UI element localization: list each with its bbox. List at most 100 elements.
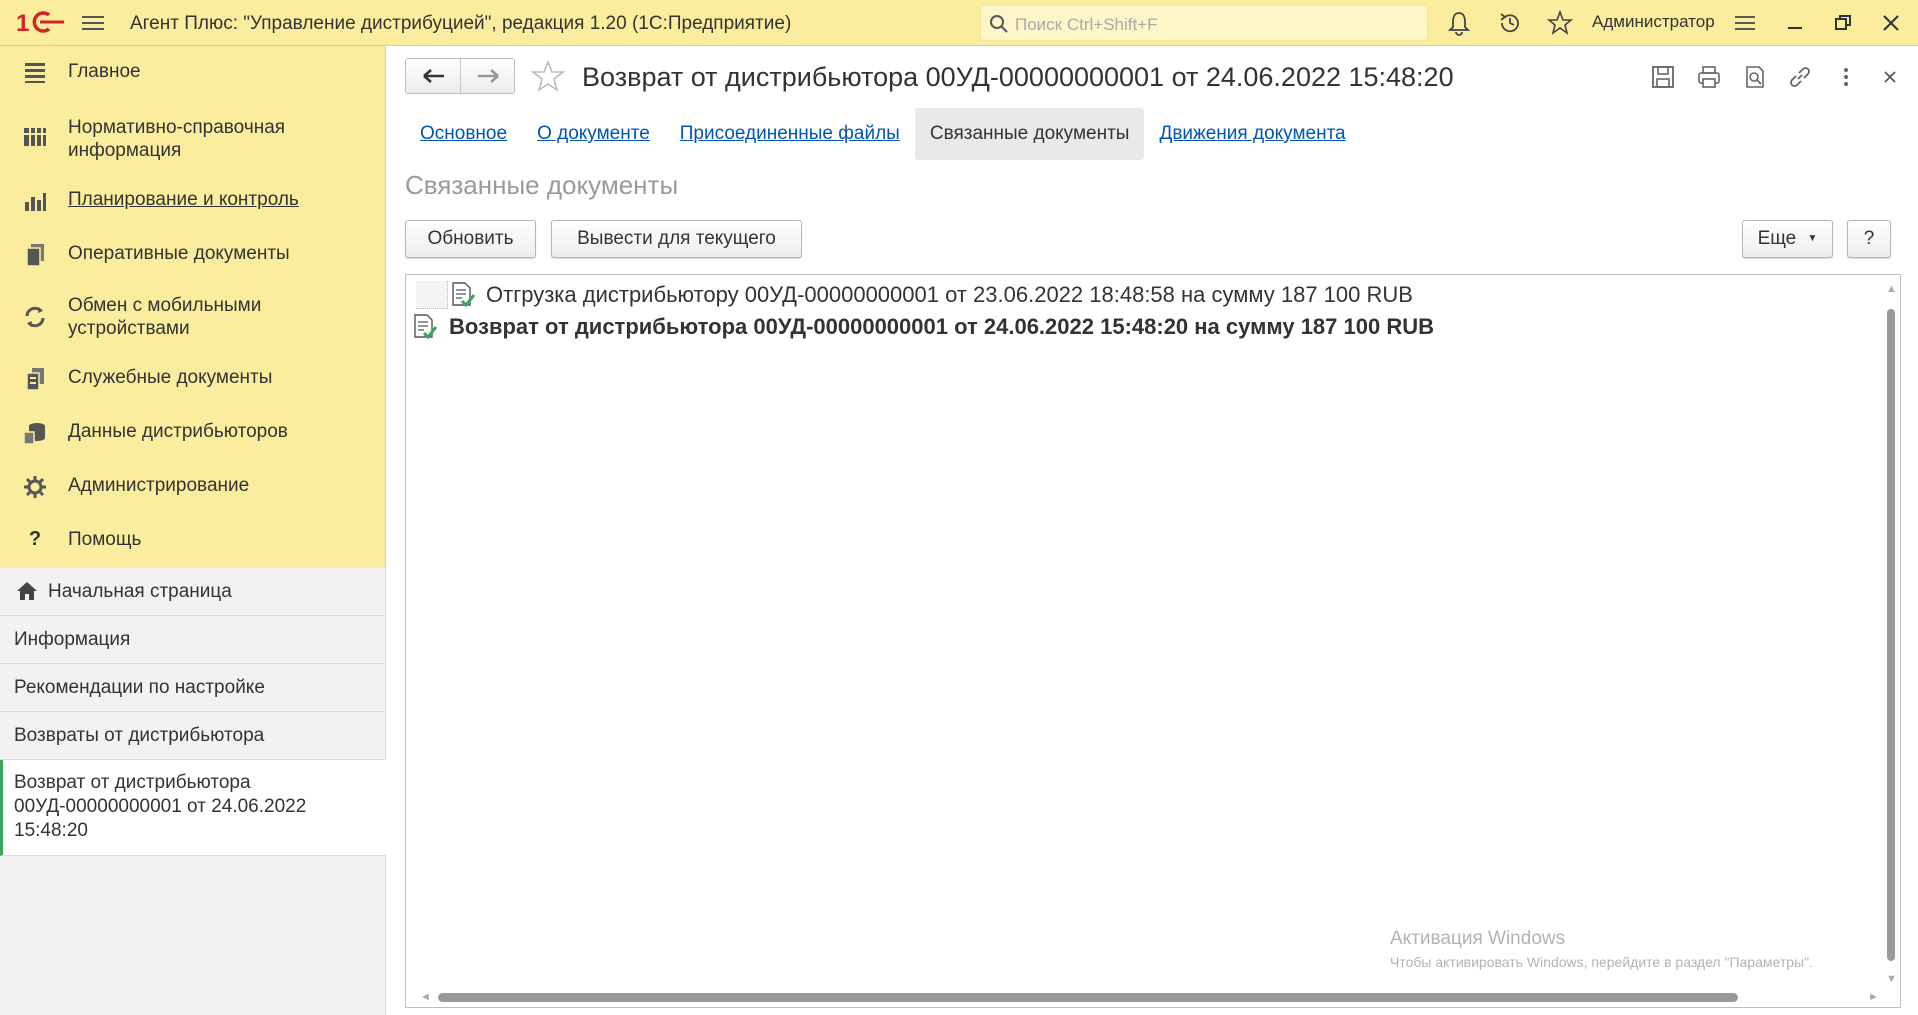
main-menu-icon[interactable] — [82, 12, 104, 34]
favorites-star-icon[interactable] — [1547, 10, 1573, 36]
more-button[interactable]: Еще ▼ — [1742, 220, 1833, 258]
svg-text:1: 1 — [16, 10, 29, 37]
open-window-current-doc[interactable]: Возврат от дистрибьютора 00УД-0000000000… — [0, 760, 386, 856]
scroll-right-icon[interactable]: ► — [1868, 991, 1879, 1003]
current-document-link[interactable]: Возврат от дистрибьютора 00УД-0000000000… — [449, 314, 1434, 340]
bell-icon[interactable] — [1446, 10, 1472, 36]
top-bar: 1 Агент Плюс: "Управление дистрибуцией",… — [0, 0, 1918, 46]
tree-row[interactable]: Возврат от дистрибьютора 00УД-0000000000… — [406, 309, 1866, 343]
sidebar-item-label: Планирование и контроль — [68, 189, 299, 210]
search-placeholder: Поиск Ctrl+Shift+F — [1015, 15, 1158, 34]
arrow-right-icon — [477, 69, 499, 83]
scroll-up-icon[interactable]: ▲ — [1886, 283, 1897, 295]
scrollbar-thumb[interactable] — [438, 993, 1738, 1002]
print-icon[interactable] — [1696, 64, 1722, 90]
favorite-star-icon[interactable] — [530, 59, 566, 95]
service-docs-icon — [26, 368, 44, 391]
tree-connector — [416, 281, 448, 309]
tab-about-document[interactable]: О документе — [522, 108, 665, 160]
sidebar-item-label: Главное — [68, 61, 141, 82]
document-tabs: Основное О документе Присоединенные файл… — [405, 108, 1361, 160]
more-vertical-icon[interactable] — [1833, 64, 1859, 90]
tab-related-documents[interactable]: Связанные документы — [914, 108, 1145, 160]
open-window-label: Начальная страница — [48, 581, 232, 602]
home-icon — [17, 582, 37, 600]
sidebar-item-help[interactable]: ? Помощь — [0, 518, 386, 562]
question-icon: ? — [28, 528, 42, 550]
related-documents-tree: Отгрузка дистрибьютору 00УД-00000000001 … — [405, 274, 1901, 1008]
preview-icon[interactable] — [1742, 64, 1768, 90]
sidebar-item-nsi[interactable]: Нормативно-справочная информация — [0, 108, 386, 168]
sidebar-item-label: Данные дистрибьюторов — [68, 421, 288, 442]
posted-document-icon — [414, 314, 438, 340]
settings-lines-icon[interactable] — [1732, 10, 1758, 36]
windows-activation-watermark: Активация Windows Чтобы активировать Win… — [1390, 928, 1813, 970]
catalog-icon — [24, 128, 46, 146]
forward-button[interactable] — [459, 59, 514, 93]
sidebar-item-service-docs[interactable]: Служебные документы — [0, 356, 386, 400]
document-form: Возврат от дистрибьютора 00УД-0000000000… — [387, 46, 1918, 1015]
sidebar-item-label: Помощь — [68, 529, 142, 550]
sidebar-item-administration[interactable]: Администрирование — [0, 464, 386, 508]
sidebar-item-main[interactable]: Главное — [0, 46, 386, 98]
tab-main[interactable]: Основное — [405, 108, 522, 160]
menu-list-icon — [25, 63, 45, 83]
open-window-home[interactable]: Начальная страница — [0, 568, 386, 616]
history-icon[interactable] — [1497, 10, 1523, 36]
sections-panel: Главное Нормативно-справочная информация… — [0, 46, 386, 568]
scroll-left-icon[interactable]: ◄ — [420, 991, 431, 1003]
sidebar-item-label: Обмен с мобильными устройствами — [68, 295, 262, 339]
sidebar-item-mobile-exchange[interactable]: Обмен с мобильными устройствами — [0, 286, 386, 346]
minimize-icon[interactable] — [1782, 10, 1808, 36]
close-app-icon[interactable] — [1878, 10, 1904, 36]
more-button-label: Еще — [1757, 228, 1797, 250]
tab-document-movements[interactable]: Движения документа — [1144, 108, 1360, 160]
help-button[interactable]: ? — [1847, 220, 1891, 258]
open-window-recommendations[interactable]: Рекомендации по настройке — [0, 664, 386, 712]
app-title: Агент Плюс: "Управление дистрибуцией", р… — [130, 13, 792, 34]
horizontal-scrollbar[interactable]: ◄ ► — [418, 991, 1879, 1003]
bar-chart-icon — [25, 193, 46, 211]
save-icon[interactable] — [1650, 64, 1676, 90]
open-window-label: Рекомендации по настройке — [14, 677, 265, 698]
sidebar-item-label: Администрирование — [68, 475, 250, 496]
distributor-data-icon — [23, 423, 45, 445]
related-document-link[interactable]: Отгрузка дистрибьютору 00УД-00000000001 … — [486, 282, 1413, 308]
user-name[interactable]: Администратор — [1592, 12, 1715, 32]
sidebar-item-label: Оперативные документы — [68, 243, 290, 264]
open-window-returns-list[interactable]: Возвраты от дистрибьютора — [0, 712, 386, 760]
open-windows-panel: Начальная страница Информация Рекомендац… — [0, 568, 386, 1015]
vertical-scrollbar[interactable]: ▲ ▼ — [1886, 283, 1897, 987]
posted-document-icon — [452, 282, 476, 308]
sidebar-item-planning[interactable]: Планирование и контроль — [0, 178, 386, 222]
1c-logo-icon[interactable]: 1 — [16, 9, 66, 37]
open-window-label: Возврат от дистрибьютора 00УД-0000000000… — [14, 772, 307, 841]
tree-row[interactable]: Отгрузка дистрибьютору 00УД-00000000001 … — [406, 277, 1866, 311]
close-form-icon[interactable] — [1877, 64, 1903, 90]
open-window-info[interactable]: Информация — [0, 616, 386, 664]
refresh-button[interactable]: Обновить — [405, 220, 536, 258]
chevron-down-icon: ▼ — [1807, 233, 1818, 244]
arrow-left-icon — [423, 69, 444, 83]
tab-attached-files[interactable]: Присоединенные файлы — [665, 108, 915, 160]
history-nav-buttons — [405, 58, 515, 94]
scrollbar-thumb[interactable] — [1887, 309, 1895, 961]
sidebar-item-label: Служебные документы — [68, 367, 273, 388]
gear-icon — [24, 476, 46, 498]
link-icon[interactable] — [1787, 64, 1813, 90]
sidebar-item-distributor-data[interactable]: Данные дистрибьюторов — [0, 410, 386, 454]
section-title: Связанные документы — [405, 170, 679, 200]
document-title: Возврат от дистрибьютора 00УД-0000000000… — [582, 62, 1454, 92]
restore-window-icon[interactable] — [1830, 10, 1856, 36]
open-window-label: Информация — [14, 629, 131, 650]
search-input[interactable]: Поиск Ctrl+Shift+F — [980, 5, 1428, 41]
sidebar-item-label: Нормативно-справочная информация — [68, 117, 286, 161]
sync-icon — [25, 306, 45, 328]
open-window-label: Возвраты от дистрибьютора — [14, 725, 265, 746]
scroll-down-icon[interactable]: ▼ — [1886, 973, 1897, 985]
documents-icon — [26, 244, 44, 267]
show-for-current-button[interactable]: Вывести для текущего — [551, 220, 802, 258]
search-icon — [990, 15, 1008, 33]
sidebar-item-operational-docs[interactable]: Оперативные документы — [0, 232, 386, 276]
back-button[interactable] — [406, 59, 460, 93]
